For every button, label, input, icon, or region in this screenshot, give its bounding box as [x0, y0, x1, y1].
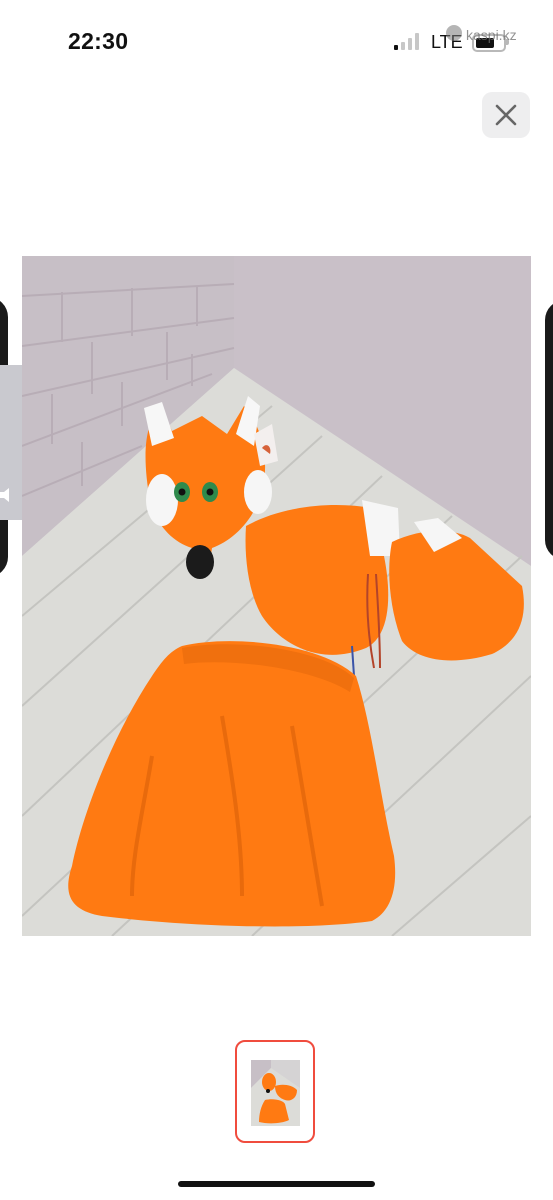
status-bar: 22:30 LTE kaspi.kz: [0, 0, 553, 80]
next-image-edge[interactable]: [545, 300, 553, 560]
product-image[interactable]: [22, 256, 531, 936]
status-time: 22:30: [68, 28, 129, 54]
home-indicator[interactable]: [178, 1181, 375, 1187]
speaker-icon: [0, 488, 9, 502]
watermark-icon: [446, 25, 462, 41]
thumbnail-selected[interactable]: [235, 1040, 315, 1143]
close-icon: [495, 104, 517, 126]
close-button[interactable]: [482, 92, 530, 138]
signal-icon: [394, 33, 422, 50]
thumbnail-image: [251, 1060, 300, 1126]
watermark-text: kaspi.kz: [466, 27, 517, 43]
